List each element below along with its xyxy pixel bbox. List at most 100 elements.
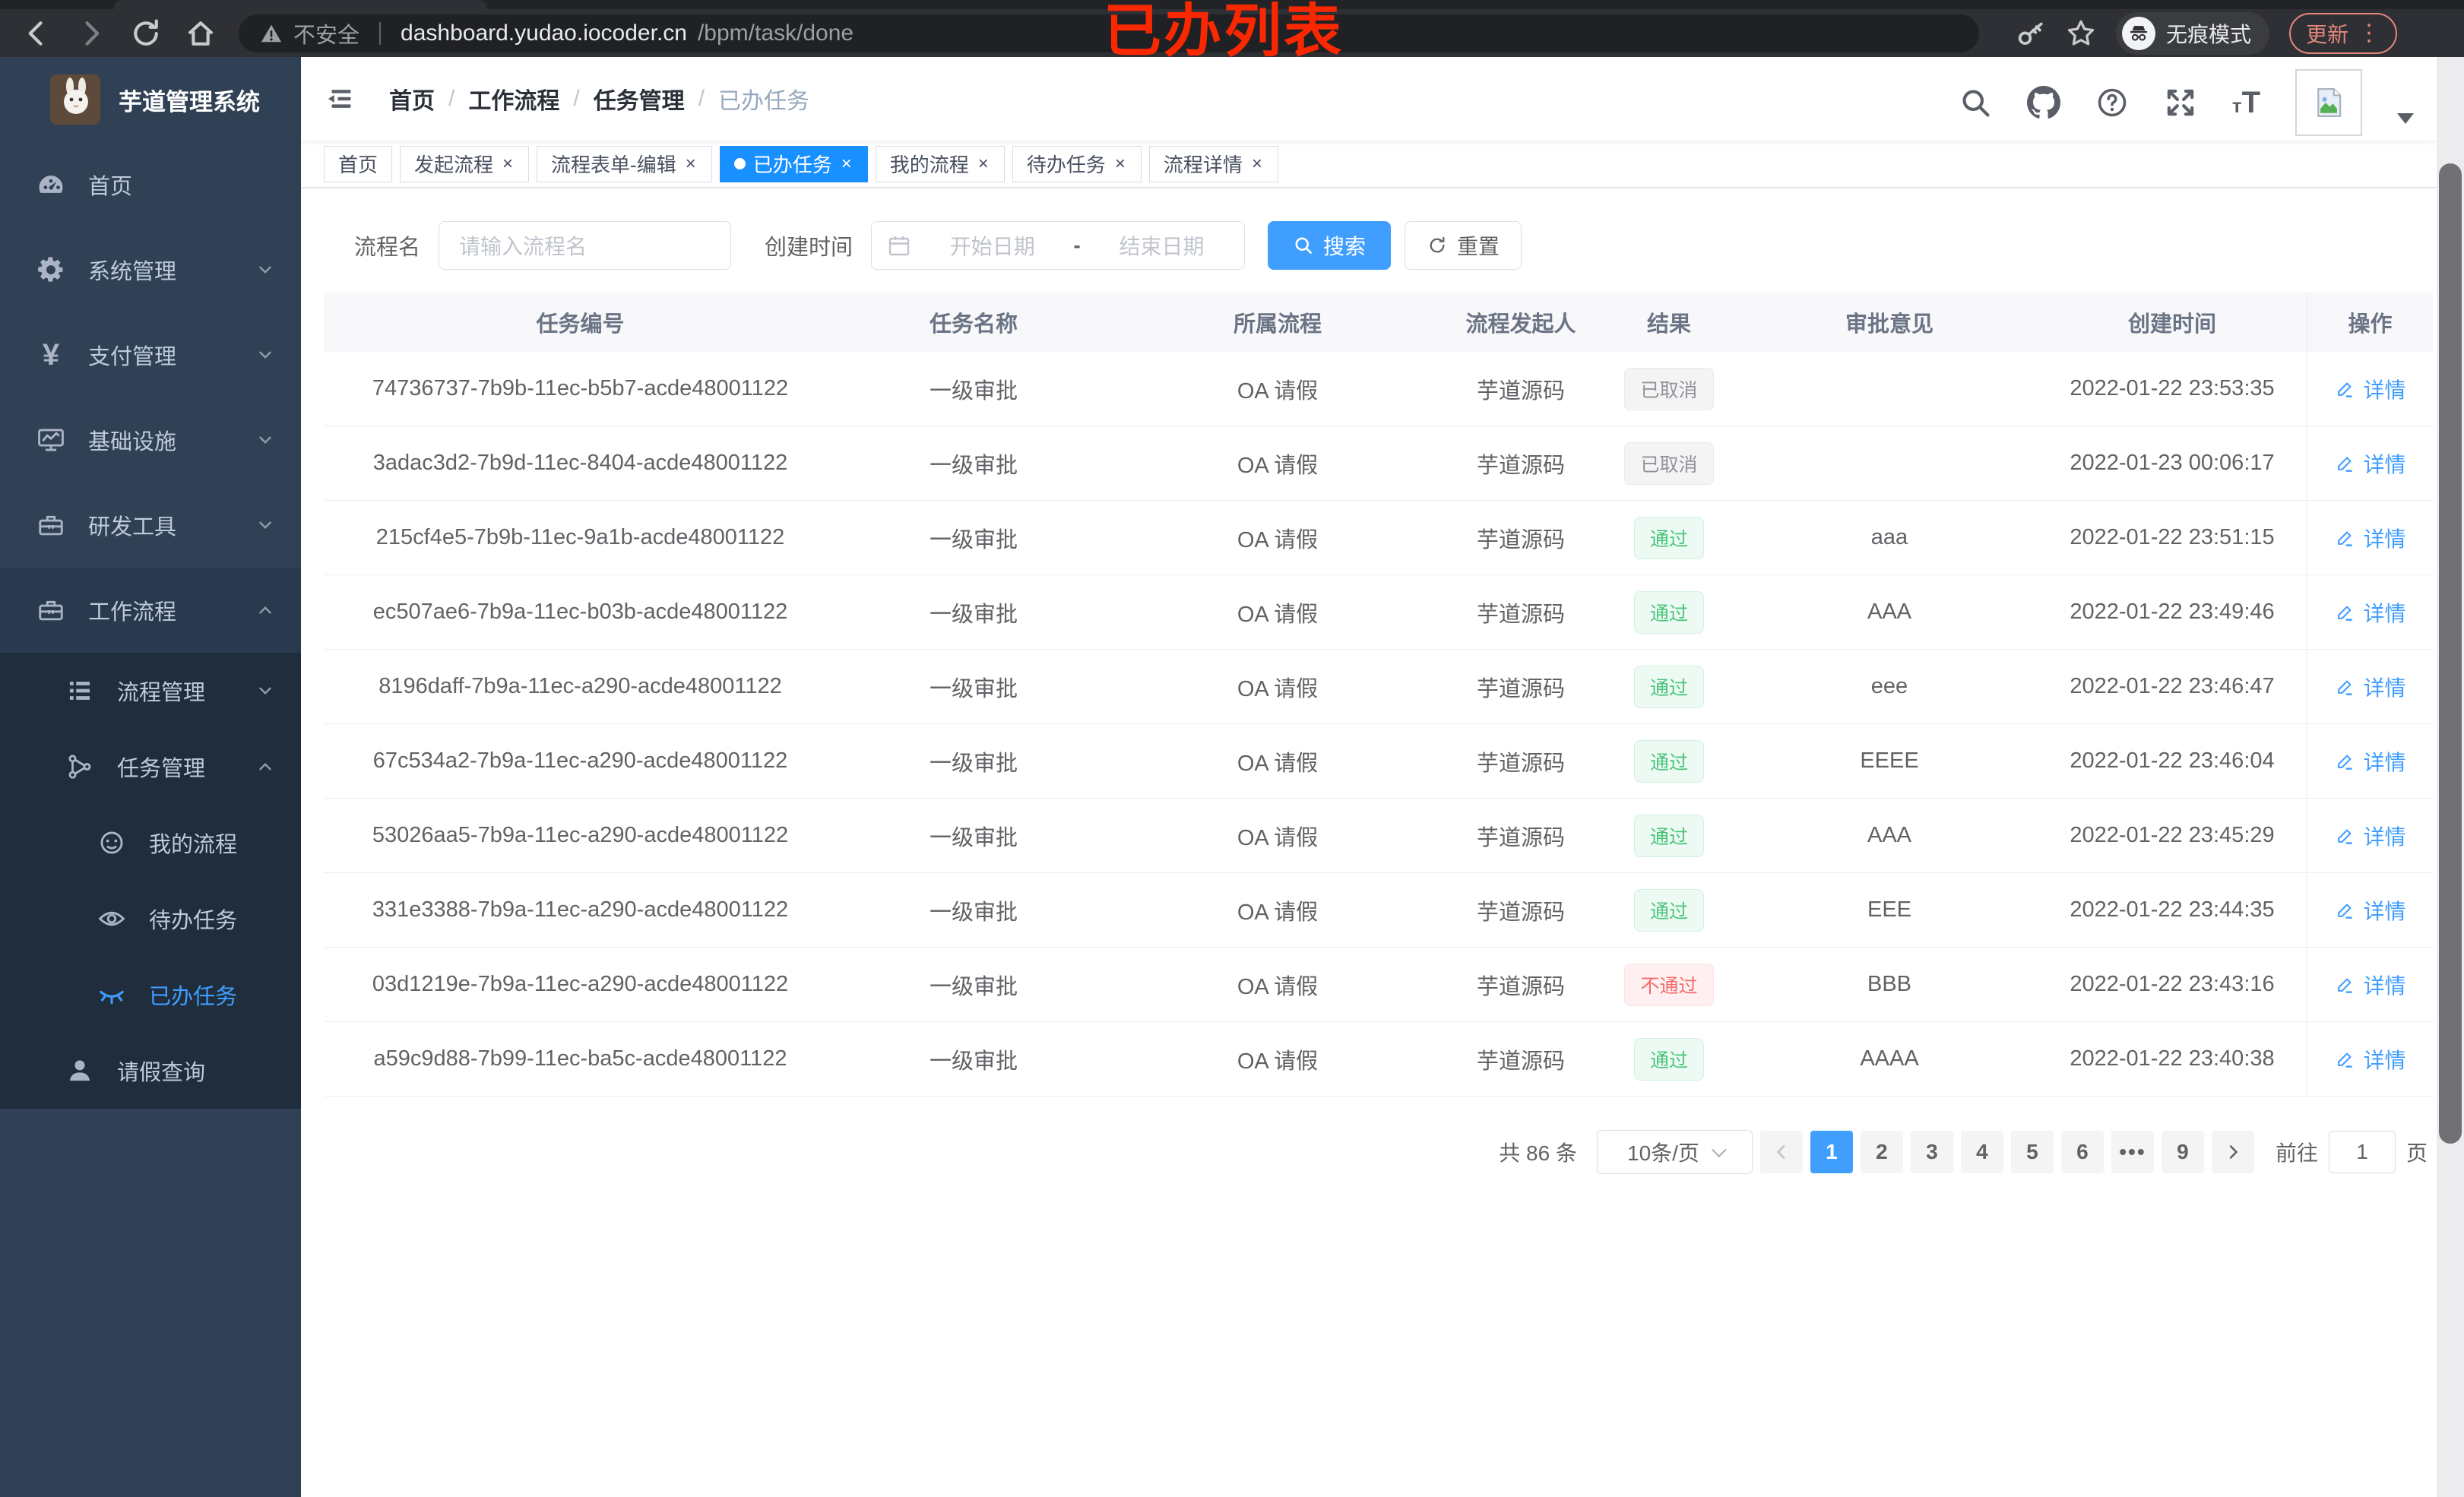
tab-close-icon[interactable]: × bbox=[1250, 153, 1264, 175]
next-page-button[interactable] bbox=[2211, 1131, 2254, 1173]
process-name-input[interactable]: 请输入流程名 bbox=[439, 221, 732, 270]
caret-down-icon[interactable] bbox=[2397, 113, 2414, 124]
process-name-label: 流程名 bbox=[354, 236, 421, 260]
tab-close-icon[interactable]: × bbox=[501, 153, 515, 175]
gear-icon bbox=[36, 255, 65, 284]
forward-icon[interactable] bbox=[74, 17, 108, 50]
action-cell: 详情 bbox=[2307, 650, 2433, 723]
tab-close-icon[interactable]: × bbox=[1113, 153, 1127, 175]
detail-link[interactable]: 详情 bbox=[2334, 895, 2406, 926]
prev-page-button[interactable] bbox=[1759, 1131, 1803, 1173]
detail-label: 详情 bbox=[2363, 676, 2406, 700]
end-date-placeholder: 结束日期 bbox=[1119, 235, 1205, 258]
page-ellipsis-button[interactable]: ••• bbox=[2111, 1131, 2154, 1173]
detail-link[interactable]: 详情 bbox=[2334, 374, 2406, 404]
edit-icon bbox=[2338, 978, 2353, 993]
logo-row[interactable]: 芋道管理系统 bbox=[0, 57, 301, 142]
goto-page-input[interactable]: 1 bbox=[2328, 1131, 2396, 1173]
edit-icon bbox=[2338, 829, 2353, 844]
detail-link[interactable]: 详情 bbox=[2334, 597, 2406, 628]
dashboard-icon bbox=[36, 170, 65, 199]
page-button[interactable]: 4 bbox=[1960, 1131, 2003, 1173]
sidebar-item-done-tasks[interactable]: 已办任务 bbox=[0, 957, 301, 1033]
action-cell: 详情 bbox=[2307, 426, 2433, 500]
tab[interactable]: 流程表单-编辑 × bbox=[537, 145, 712, 182]
comment-cell: BBB bbox=[1867, 972, 1912, 996]
sidebar-item-task-mgmt[interactable]: 任务管理 bbox=[0, 729, 301, 805]
tab[interactable]: 我的流程 × bbox=[875, 145, 1005, 182]
sidebar-item-infra[interactable]: 基础设施 bbox=[0, 397, 301, 483]
tab[interactable]: 待办任务 × bbox=[1012, 145, 1142, 182]
fullscreen-icon[interactable] bbox=[2164, 86, 2197, 119]
page-button[interactable]: 1 bbox=[1810, 1131, 1853, 1173]
sidebar-item-process-mgmt[interactable]: 流程管理 bbox=[0, 653, 301, 729]
tab[interactable]: 发起流程 × bbox=[400, 145, 530, 182]
starter-cell: 芋道源码 bbox=[1476, 527, 1565, 552]
reload-icon[interactable] bbox=[129, 17, 163, 50]
github-icon[interactable] bbox=[2026, 86, 2060, 119]
update-button[interactable]: 更新 ⋮ bbox=[2289, 12, 2398, 54]
home-icon[interactable] bbox=[184, 17, 217, 50]
sidebar-menu: 首页 系统管理 ¥ 支付管理 基础设施 研发工具 工作流程 流程管理 任务管理 … bbox=[0, 142, 301, 1109]
workflow-submenu: 流程管理 任务管理 我的流程 待办任务 已办任务 请假查询 bbox=[0, 653, 301, 1109]
detail-link[interactable]: 详情 bbox=[2334, 448, 2406, 479]
table-row: 67c534a2-7b9a-11ec-a290-acde48001122 一级审… bbox=[324, 724, 2433, 799]
sidebar-toggle-icon[interactable] bbox=[324, 83, 356, 115]
search-button[interactable]: 搜索 bbox=[1268, 221, 1392, 270]
page-button[interactable]: 9 bbox=[2161, 1131, 2204, 1173]
tab[interactable]: 流程详情 × bbox=[1148, 145, 1278, 182]
bookmark-star-icon[interactable] bbox=[2066, 18, 2096, 49]
tab-close-icon[interactable]: × bbox=[840, 153, 854, 175]
comment-cell: EEE bbox=[1867, 897, 1912, 922]
page-button[interactable]: 5 bbox=[2010, 1131, 2054, 1173]
action-cell: 详情 bbox=[2307, 1022, 2433, 1096]
detail-link[interactable]: 详情 bbox=[2334, 1044, 2406, 1074]
task-id-cell: 03d1219e-7b9a-11ec-a290-acde48001122 bbox=[372, 972, 789, 996]
avatar[interactable] bbox=[2295, 69, 2362, 136]
browser-tab[interactable] bbox=[114, 0, 486, 9]
search-icon[interactable] bbox=[1959, 86, 1992, 119]
breadcrumb-item[interactable]: 任务管理 bbox=[594, 82, 685, 116]
detail-link[interactable]: 详情 bbox=[2334, 746, 2406, 777]
date-range-input[interactable]: 开始日期 - 结束日期 bbox=[871, 221, 1246, 270]
sidebar-item-workflow[interactable]: 工作流程 bbox=[0, 568, 301, 653]
starter-cell: 芋道源码 bbox=[1476, 453, 1565, 478]
key-icon[interactable] bbox=[2016, 18, 2046, 49]
browser-menu-icon[interactable]: ⋮ bbox=[2358, 20, 2380, 46]
detail-link[interactable]: 详情 bbox=[2334, 970, 2406, 1000]
breadcrumb-item[interactable]: 工作流程 bbox=[468, 82, 559, 116]
tab-close-icon[interactable]: × bbox=[977, 153, 990, 175]
page-button[interactable]: 2 bbox=[1860, 1131, 1903, 1173]
reset-button[interactable]: 重置 bbox=[1405, 221, 1522, 270]
tab[interactable]: 已办任务 × bbox=[719, 145, 868, 182]
tab[interactable]: 首页 × bbox=[324, 145, 393, 182]
back-icon[interactable] bbox=[20, 17, 53, 50]
breadcrumb-item[interactable]: 首页 bbox=[389, 82, 435, 116]
sidebar-item-home[interactable]: 首页 bbox=[0, 142, 301, 227]
starter-cell: 芋道源码 bbox=[1476, 900, 1565, 925]
sidebar-item-devtools[interactable]: 研发工具 bbox=[0, 483, 301, 568]
scrollbar-thumb[interactable] bbox=[2439, 163, 2462, 1144]
breadcrumb-item-current: 已办任务 bbox=[718, 89, 810, 114]
help-icon[interactable] bbox=[2095, 86, 2129, 119]
sidebar-item-system[interactable]: 系统管理 bbox=[0, 227, 301, 312]
detail-link[interactable]: 详情 bbox=[2334, 821, 2406, 851]
sidebar-item-pay[interactable]: ¥ 支付管理 bbox=[0, 312, 301, 397]
detail-link[interactable]: 详情 bbox=[2334, 523, 2406, 553]
sidebar: 芋道管理系统 首页 系统管理 ¥ 支付管理 基础设施 研发工具 工作流程 流程管… bbox=[0, 57, 301, 1497]
chevron-down-icon bbox=[255, 681, 275, 701]
created-cell: 2022-01-22 23:51:15 bbox=[2070, 525, 2275, 549]
process-name-placeholder: 请输入流程名 bbox=[459, 235, 587, 258]
font-size-icon[interactable]: тT bbox=[2232, 86, 2260, 120]
column-header: 审批意见 bbox=[1845, 312, 1934, 337]
page-size-select[interactable]: 10条/页 bbox=[1596, 1130, 1753, 1174]
process-cell: OA 请假 bbox=[1237, 1049, 1319, 1074]
detail-link[interactable]: 详情 bbox=[2334, 672, 2406, 702]
page-button[interactable]: 6 bbox=[2060, 1131, 2104, 1173]
tab-close-icon[interactable]: × bbox=[684, 153, 698, 175]
sidebar-item-leave-query[interactable]: 请假查询 bbox=[0, 1033, 301, 1109]
sidebar-item-my-process[interactable]: 我的流程 bbox=[0, 805, 301, 881]
sidebar-item-todo-tasks[interactable]: 待办任务 bbox=[0, 881, 301, 957]
page-button[interactable]: 3 bbox=[1910, 1131, 1953, 1173]
window-scrollbar[interactable] bbox=[2437, 57, 2464, 1497]
